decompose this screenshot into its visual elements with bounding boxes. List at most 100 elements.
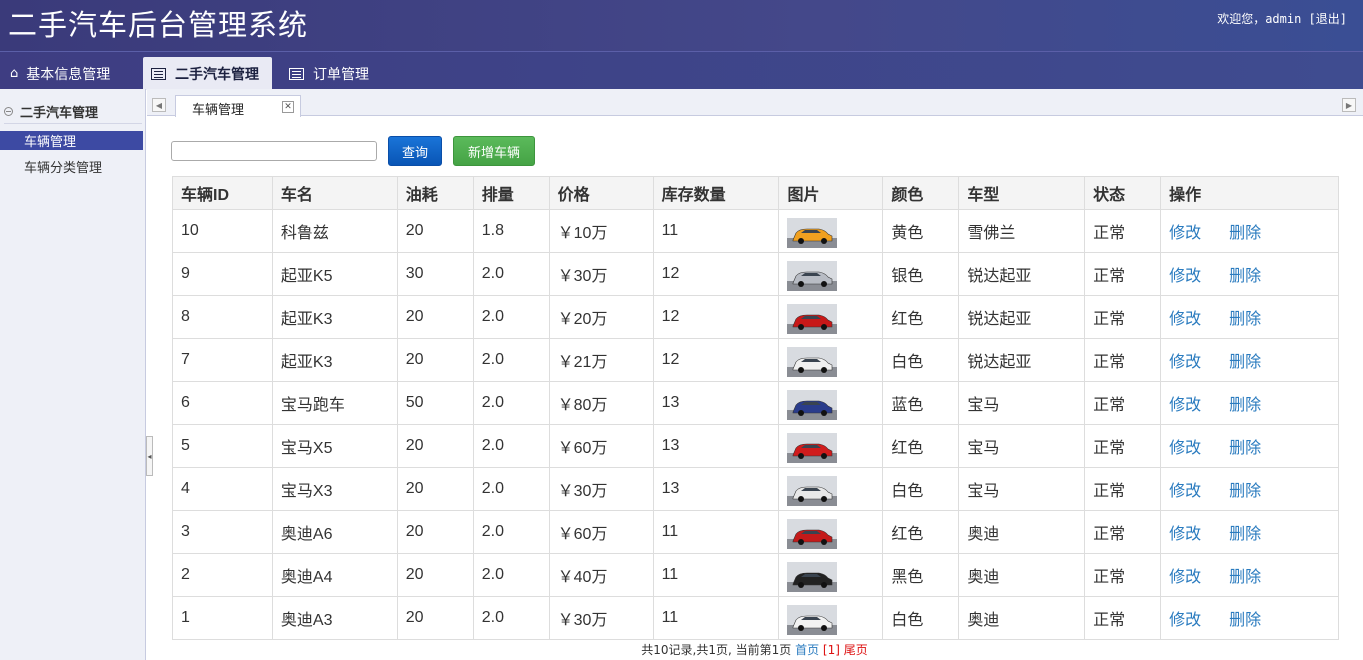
nav-orders[interactable]: 订单管理 [281, 57, 381, 90]
column-header: 车型 [958, 176, 1086, 210]
cell-disp: 2.0 [472, 467, 550, 511]
delete-link[interactable]: 删除 [1229, 268, 1261, 285]
edit-link[interactable]: 修改 [1169, 397, 1201, 414]
car-thumbnail [787, 433, 838, 463]
cell-image [778, 295, 884, 339]
edit-link[interactable]: 修改 [1169, 311, 1201, 328]
cell-disp: 2.0 [472, 381, 550, 425]
cell-image [778, 209, 884, 253]
add-vehicle-button[interactable]: 新增车辆 [453, 136, 535, 166]
cell-name: 起亚K5 [271, 252, 398, 296]
delete-link[interactable]: 删除 [1229, 354, 1261, 371]
sidebar-item-vehicles[interactable]: 车辆管理 [0, 131, 143, 150]
cell-disp: 2.0 [472, 424, 550, 468]
cell-disp: 2.0 [472, 553, 550, 597]
edit-link[interactable]: 修改 [1169, 526, 1201, 543]
delete-link[interactable]: 删除 [1229, 225, 1261, 242]
cell-price: ￥30万 [548, 596, 654, 640]
tab-scroll-right[interactable]: ▶ [1342, 98, 1356, 112]
edit-link[interactable]: 修改 [1169, 483, 1201, 500]
sidebar-toggle-handle[interactable]: ◂ [146, 436, 153, 476]
table-body: 10 科鲁兹 20 1.8 ￥10万 11 黄色 雪佛兰 正常 修改 删除 9 起亚K5 30 2.0 ￥30… [172, 209, 1339, 640]
column-header: 库存数量 [652, 176, 780, 210]
edit-link[interactable]: 修改 [1169, 569, 1201, 586]
chevron-left-icon: ◂ [147, 451, 152, 461]
first-page-link[interactable]: 首页 [795, 643, 819, 657]
cell-model: 锐达起亚 [958, 252, 1086, 296]
cell-image [778, 467, 884, 511]
cell-fuel: 20 [396, 209, 474, 253]
cell-model: 奥迪 [958, 553, 1086, 597]
cell-actions: 修改 删除 [1160, 381, 1339, 425]
search-input[interactable] [171, 141, 377, 161]
sidebar: 二手汽车管理 车辆管理 车辆分类管理 [0, 89, 146, 660]
cell-color: 黑色 [882, 553, 960, 597]
close-icon[interactable]: ✕ [282, 101, 294, 113]
car-thumbnail [787, 562, 838, 592]
cell-stock: 12 [652, 295, 780, 339]
cell-actions: 修改 删除 [1160, 252, 1339, 296]
car-thumbnail [787, 390, 838, 420]
last-page-link[interactable]: 尾页 [844, 643, 868, 657]
list-icon [151, 67, 166, 80]
cell-status: 正常 [1084, 209, 1162, 253]
delete-link[interactable]: 删除 [1229, 569, 1261, 586]
nav-basic-info[interactable]: ⌂ 基本信息管理 [2, 57, 122, 90]
cell-price: ￥10万 [548, 209, 654, 253]
cell-color: 蓝色 [882, 381, 960, 425]
cell-model: 锐达起亚 [958, 295, 1086, 339]
sidebar-item-categories[interactable]: 车辆分类管理 [0, 157, 143, 176]
nav-used-car[interactable]: 二手汽车管理 [143, 57, 272, 90]
delete-link[interactable]: 删除 [1229, 397, 1261, 414]
table-row: 8 起亚K3 20 2.0 ￥20万 12 红色 锐达起亚 正常 修改 删除 [172, 295, 1339, 339]
cell-model: 奥迪 [958, 510, 1086, 554]
cell-disp: 2.0 [472, 295, 550, 339]
cell-status: 正常 [1084, 596, 1162, 640]
table-row: 1 奥迪A3 20 2.0 ￥30万 11 白色 奥迪 正常 修改 删除 [172, 596, 1339, 640]
delete-link[interactable]: 删除 [1229, 526, 1261, 543]
column-header: 车名 [271, 176, 398, 210]
cell-model: 锐达起亚 [958, 338, 1086, 382]
column-header: 车辆ID [172, 176, 273, 210]
table-row: 4 宝马X3 20 2.0 ￥30万 13 白色 宝马 正常 修改 删除 [172, 467, 1339, 511]
home-icon: ⌂ [10, 66, 19, 81]
cell-fuel: 20 [396, 424, 474, 468]
cell-id: 9 [172, 252, 273, 296]
edit-link[interactable]: 修改 [1169, 440, 1201, 457]
cell-actions: 修改 删除 [1160, 553, 1339, 597]
list-icon [289, 67, 304, 80]
pager-summary: 共10记录,共1页, 当前第1页 [641, 643, 792, 657]
edit-link[interactable]: 修改 [1169, 225, 1201, 242]
cell-price: ￥40万 [548, 553, 654, 597]
chevron-left-icon: ◀ [155, 100, 163, 110]
edit-link[interactable]: 修改 [1169, 268, 1201, 285]
logout-link[interactable]: [退出] [1309, 12, 1347, 26]
cell-price: ￥30万 [548, 467, 654, 511]
cell-name: 科鲁兹 [271, 209, 398, 253]
column-header: 操作 [1160, 176, 1339, 210]
tab-scroll-left[interactable]: ◀ [152, 98, 166, 112]
cell-stock: 12 [652, 338, 780, 382]
cell-fuel: 20 [396, 338, 474, 382]
delete-link[interactable]: 删除 [1229, 612, 1261, 629]
edit-link[interactable]: 修改 [1169, 354, 1201, 371]
nav-label: 基本信息管理 [26, 66, 111, 83]
cell-image [778, 596, 884, 640]
cell-fuel: 20 [396, 295, 474, 339]
pagination: 共10记录,共1页, 当前第1页 首页 [1] 尾页 [0, 641, 1363, 658]
cell-fuel: 20 [396, 596, 474, 640]
cell-fuel: 30 [396, 252, 474, 296]
tab-vehicle-management[interactable]: 车辆管理 ✕ [175, 95, 301, 118]
sidebar-item-label: 车辆管理 [24, 135, 77, 150]
query-button[interactable]: 查询 [388, 136, 442, 166]
cell-stock: 12 [652, 252, 780, 296]
delete-link[interactable]: 删除 [1229, 311, 1261, 328]
cell-price: ￥20万 [548, 295, 654, 339]
delete-link[interactable]: 删除 [1229, 440, 1261, 457]
cell-price: ￥60万 [548, 510, 654, 554]
edit-link[interactable]: 修改 [1169, 612, 1201, 629]
sidebar-group[interactable]: 二手汽车管理 [4, 100, 142, 124]
cell-stock: 13 [652, 381, 780, 425]
delete-link[interactable]: 删除 [1229, 483, 1261, 500]
cell-fuel: 20 [396, 553, 474, 597]
